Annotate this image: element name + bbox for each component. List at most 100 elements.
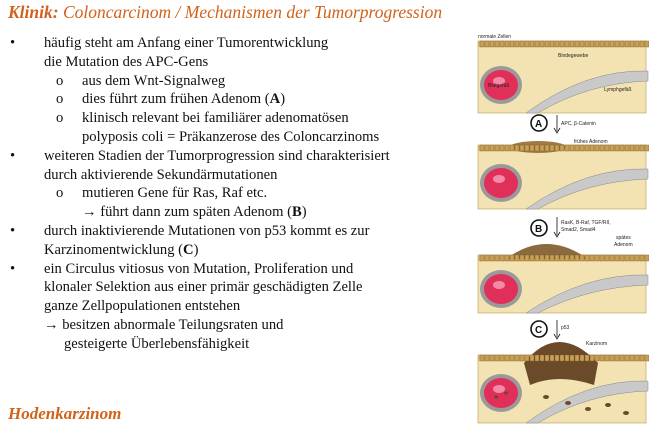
stage-key-a: A	[269, 91, 281, 108]
epithelial-cell	[504, 40, 510, 48]
epithelial-cell	[594, 40, 600, 48]
epithelial-cell	[599, 40, 605, 48]
sub-2-text: dies führt zum frühen Adenom (	[82, 91, 270, 108]
epithelial-cell	[574, 144, 580, 152]
epithelial-cell	[609, 354, 615, 362]
epithelial-cell	[559, 354, 565, 362]
epithelial-cell	[639, 254, 645, 262]
slide-title: Klinik: Coloncarcinom / Mechanismen der …	[8, 2, 442, 23]
bullet-1-line-2: die Mutation des APC-Gens	[44, 53, 209, 70]
bullet-3-line-2: Karzinomentwicklung (C)	[8, 241, 476, 260]
title-text: Coloncarcinom / Mechanismen der Tumorpro…	[62, 2, 443, 22]
epithelial-cell	[484, 254, 490, 262]
slide: Klinik: Coloncarcinom / Mechanismen der …	[0, 0, 657, 428]
sub-1-text: aus dem Wnt-Signalweg	[82, 72, 226, 89]
epithelial-cell	[539, 144, 545, 152]
bullet-2: • weiteren Stadien der Tumorprogression …	[8, 147, 476, 166]
epithelial-cell	[579, 144, 585, 152]
sub-marker: o	[56, 72, 64, 89]
epithelial-cell	[534, 144, 540, 152]
bullet-1-sub-1: o aus dem Wnt-Signalweg	[8, 72, 476, 91]
epithelial-cell	[624, 354, 630, 362]
epithelial-cell	[479, 254, 485, 262]
epithelial-cell	[529, 40, 535, 48]
sub-marker: o	[56, 110, 64, 127]
epithelial-cell	[504, 254, 510, 262]
epithelial-cell	[494, 354, 500, 362]
epithelial-cell	[529, 254, 535, 262]
epithelial-cell	[509, 254, 515, 262]
epithelial-cell	[544, 40, 550, 48]
bullet-4-line-3: ganze Zellpopulationen entstehen	[44, 298, 241, 315]
epithelial-cell	[584, 254, 590, 262]
epithelial-cell	[484, 354, 490, 362]
epithelial-cell	[534, 354, 540, 362]
epithelial-cell	[524, 254, 530, 262]
epithelial-cell	[559, 144, 565, 152]
epithelial-cell	[599, 254, 605, 262]
epithelial-cell	[539, 254, 545, 262]
epithelial-cell	[509, 354, 515, 362]
epithelial-cell	[484, 144, 490, 152]
epithelial-cell	[559, 254, 565, 262]
epithelial-cell	[634, 40, 640, 48]
epithelial-cell	[629, 254, 635, 262]
epithelial-cell	[554, 40, 560, 48]
epithelial-cell	[569, 354, 575, 362]
bullet-1-sub-3-line-2: polyposis coli = Präkanzerose des Colonc…	[82, 128, 380, 145]
epithelial-cell	[594, 254, 600, 262]
epithelial-cell	[534, 254, 540, 262]
epithelial-cell	[609, 254, 615, 262]
epithelial-cell	[479, 40, 485, 48]
stage-key-c: C	[183, 241, 194, 258]
epithelial-cell	[589, 40, 595, 48]
cont-close: )	[301, 204, 307, 221]
step-b-genes-2: Smad2, Smad4	[561, 227, 596, 233]
label-bindegewebe: Bindegewebe	[558, 53, 589, 59]
bullet-4-line-4: → besitzen abnormale Teilungsraten und	[8, 316, 476, 335]
epithelial-cell	[639, 354, 645, 362]
carcinoma	[524, 342, 598, 385]
epithelial-cell	[619, 354, 625, 362]
epithelial-cell	[489, 354, 495, 362]
epithelial-cell	[489, 40, 495, 48]
epithelial-cell	[584, 40, 590, 48]
step-a: A APC, β-Catenin	[530, 114, 596, 134]
epithelial-cell	[549, 40, 555, 48]
label-fruehes-adenom: frühes Adenom	[574, 139, 608, 145]
bullet-1-sub-3: o klinisch relevant bei familiärer adeno…	[8, 109, 476, 128]
sub-marker: o	[56, 185, 64, 202]
epithelial-cell	[504, 144, 510, 152]
epithelial-cell	[499, 40, 505, 48]
epithelial-cell	[494, 144, 500, 152]
epithelial-cell	[584, 354, 590, 362]
epithelial-cell	[564, 40, 570, 48]
epithelial-cell	[544, 254, 550, 262]
epithelial-cell	[599, 354, 605, 362]
bullet-4-line-4-text: besitzen abnormale Teilungsraten und	[62, 316, 284, 333]
epithelial-cell	[554, 254, 560, 262]
epithelial-cell	[614, 40, 620, 48]
epithelial-cell	[524, 144, 530, 152]
epithelial-cell	[569, 40, 575, 48]
bullet-2-sub-1-cont: → führt dann zum späten Adenom (B)	[8, 203, 476, 222]
sub-1-text: mutieren Gene für Ras, Raf etc.	[82, 185, 268, 202]
epithelial-cell	[619, 254, 625, 262]
epithelial-cell	[554, 144, 560, 152]
epithelial-cell	[479, 144, 485, 152]
bullet-2-sub-1: o mutieren Gene für Ras, Raf etc.	[8, 184, 476, 203]
epithelial-cell	[544, 354, 550, 362]
bullet-marker: •	[10, 222, 16, 239]
epithelial-cell	[494, 40, 500, 48]
bullet-3: • durch inaktivierende Mutationen von p5…	[8, 222, 476, 241]
title-prefix: Klinik:	[8, 2, 59, 22]
sub-2-close: )	[280, 91, 286, 108]
epithelial-cell	[534, 40, 540, 48]
label-karzinom: Karzinom	[586, 341, 607, 347]
step-b-label: B	[535, 224, 542, 235]
bullet-list: • häufig steht am Anfang einer Tumorentw…	[8, 34, 476, 354]
epithelial-cell	[499, 254, 505, 262]
epithelial-cell	[589, 354, 595, 362]
epithelial-cell	[509, 144, 515, 152]
epithelial-cell	[644, 144, 649, 152]
